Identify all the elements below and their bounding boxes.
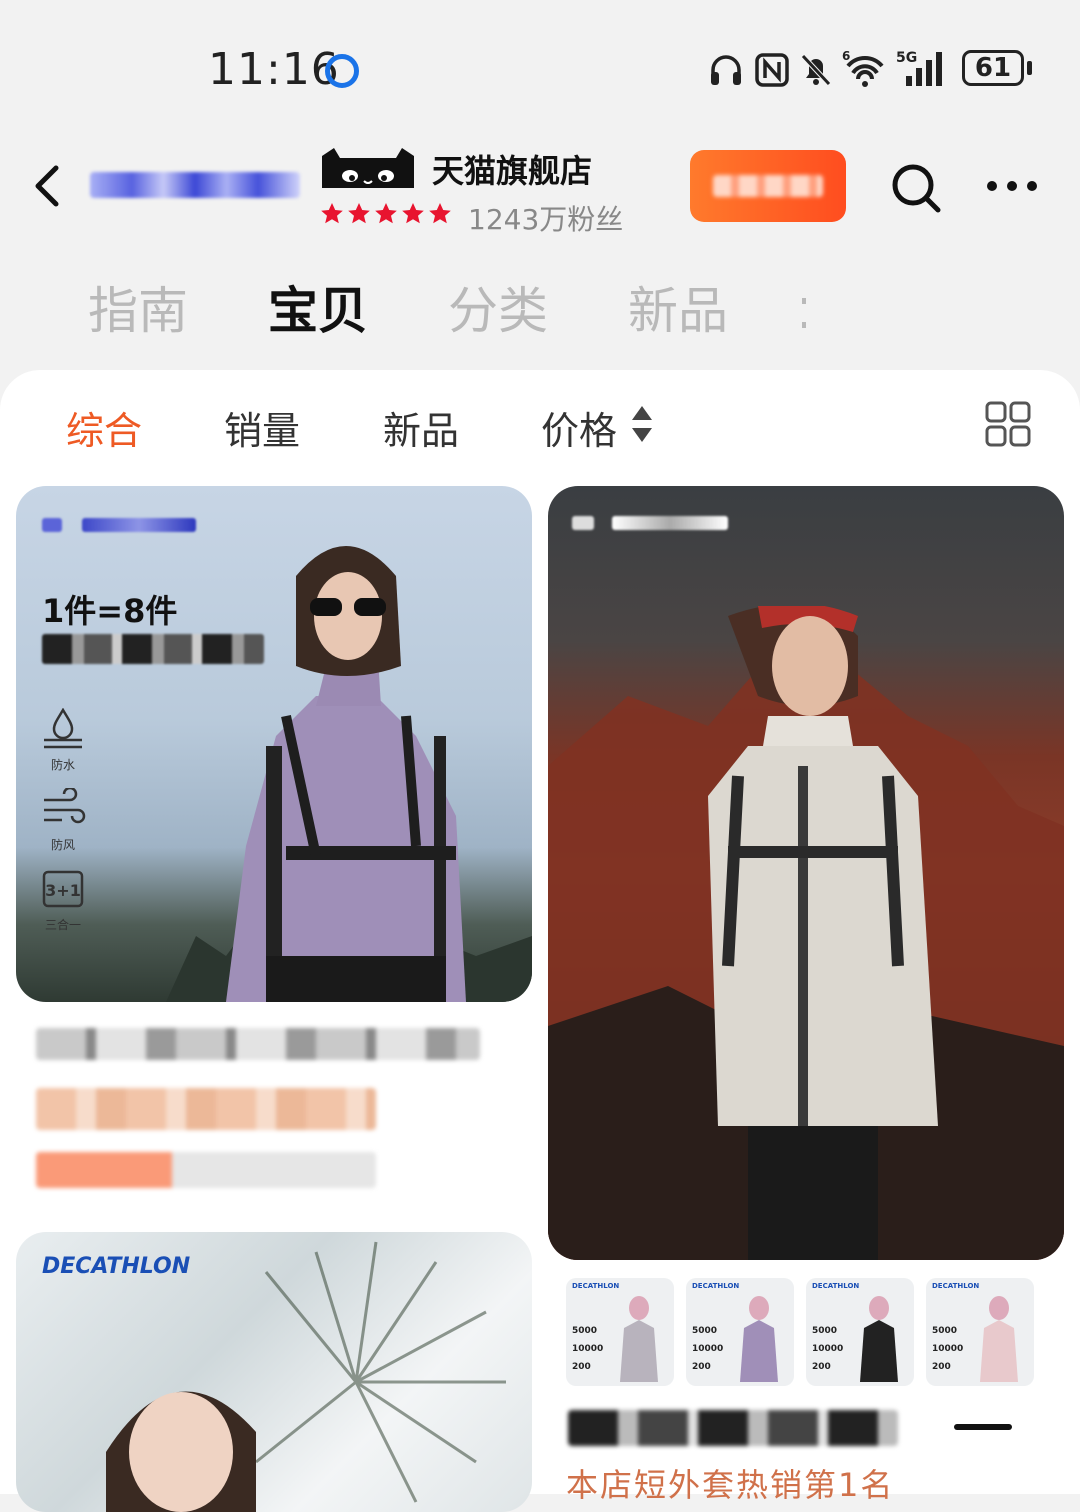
thumb-spec: 5000: [572, 1326, 598, 1336]
product-2-ranking-tag: 本店短外套热销第1名: [566, 1466, 895, 1504]
tab-items[interactable]: 宝贝: [268, 280, 368, 342]
product-1-price-redacted: [36, 1152, 376, 1188]
thumb-spec: 5000: [692, 1326, 718, 1336]
feature-label: 三合一: [44, 918, 81, 932]
product-1-title-redacted[interactable]: [36, 1028, 480, 1060]
product-panel: 综合 销量 新品 价格 1件=8件 防水 防风 3+1 三合一 DECATHLO…: [0, 370, 1080, 1512]
star-icon: [375, 203, 397, 224]
variant-thumbnail[interactable]: DECATHLON 5000 10000 200: [686, 1278, 794, 1386]
product-model-illustration: [106, 1241, 506, 1512]
sort-bar: 综合 销量 新品 价格: [0, 370, 1080, 480]
tab-guide[interactable]: 指南: [88, 280, 188, 342]
tab-categories[interactable]: 分类: [448, 280, 548, 342]
star-icon: [321, 203, 343, 224]
variant-thumbnail[interactable]: DECATHLON 5000 10000 200: [566, 1278, 674, 1386]
battery-indicator: 61: [962, 50, 1024, 86]
store-name-redacted[interactable]: [90, 172, 300, 198]
waterproof-icon: [44, 707, 82, 749]
follow-label-redacted: [713, 175, 823, 197]
feature-label: 防水: [50, 758, 75, 772]
thumb-brand: DECATHLON: [932, 1282, 980, 1290]
sort-sales[interactable]: 销量: [224, 400, 300, 455]
thumb-spec: 10000: [572, 1344, 604, 1354]
product-2-title-redacted-tail: [954, 1424, 1012, 1430]
thumb-spec: 5000: [812, 1326, 838, 1336]
store-rating: [320, 202, 452, 226]
feature-label: 防风: [50, 838, 75, 852]
brand-logo-redacted: [42, 518, 62, 532]
mute-icon: [801, 54, 831, 86]
thumb-brand: DECATHLON: [812, 1282, 860, 1290]
thumb-spec: 10000: [692, 1344, 724, 1354]
sort-new[interactable]: 新品: [383, 400, 459, 455]
thumb-spec: 10000: [812, 1344, 844, 1354]
feature-windproof: 防风: [40, 786, 86, 853]
tab-new-arrivals[interactable]: 新品: [628, 280, 728, 342]
tmall-logo: [322, 148, 414, 188]
brand-logo-redacted: [572, 516, 594, 530]
thumb-model-illustration: [740, 1296, 778, 1382]
thumb-spec: 200: [812, 1362, 831, 1372]
star-icon: [429, 203, 451, 224]
variant-thumbnail[interactable]: DECATHLON 5000 10000 200: [806, 1278, 914, 1386]
thumb-spec: 10000: [932, 1344, 964, 1354]
star-icon: [402, 203, 424, 224]
layout-grid-icon[interactable]: [984, 400, 1032, 448]
star-icon: [348, 203, 370, 224]
fan-count: 1243万粉丝: [468, 203, 624, 236]
thumb-spec: 200: [692, 1362, 711, 1372]
product-1-tag-redacted: [36, 1088, 376, 1130]
sort-comprehensive[interactable]: 综合: [66, 400, 142, 455]
product-image-1[interactable]: 1件=8件 防水 防风 3+1 三合一: [16, 486, 532, 1002]
variant-thumbnail[interactable]: DECATHLON 5000 10000 200: [926, 1278, 1034, 1386]
thumb-model-illustration: [860, 1296, 898, 1382]
svg-text:6: 6: [842, 49, 850, 63]
product-model-illustration: [548, 606, 1064, 1260]
product-2-title-redacted[interactable]: [568, 1410, 898, 1446]
status-bar: 11:16 6 5G 61: [0, 0, 1080, 130]
three-in-one-icon: 3+1: [42, 870, 84, 908]
nfc-icon: [755, 53, 789, 87]
feature-badge-text: 3+1: [45, 881, 81, 900]
product-2-variant-thumbnails: DECATHLON 5000 10000 200 DECATHLON 5000 …: [566, 1278, 1034, 1386]
windproof-icon: [44, 786, 86, 824]
thumb-spec: 5000: [932, 1326, 958, 1336]
feature-3in1: 3+1 三合一: [40, 868, 86, 933]
back-icon[interactable]: [28, 162, 68, 210]
sync-indicator-icon: [325, 54, 359, 88]
feature-waterproof: 防水: [40, 707, 86, 773]
status-time: 11:16: [208, 44, 340, 95]
store-type-label: 天猫旗舰店: [432, 152, 593, 190]
thumb-model-illustration: [620, 1296, 658, 1382]
thumb-brand: DECATHLON: [572, 1282, 620, 1290]
follow-button[interactable]: [690, 150, 846, 222]
price-sort-arrows-icon[interactable]: [630, 404, 654, 444]
tab-overflow-partial[interactable]: [800, 292, 808, 336]
promo-text: 1件=8件: [42, 592, 178, 630]
battery-cap: [1027, 61, 1032, 75]
svg-text:5G: 5G: [896, 50, 917, 66]
thumb-model-illustration: [980, 1296, 1018, 1382]
search-icon[interactable]: [888, 160, 944, 216]
thumb-brand: DECATHLON: [692, 1282, 740, 1290]
product-image-2[interactable]: [548, 486, 1064, 1260]
brand-name-redacted: [612, 516, 728, 530]
thumb-spec: 200: [572, 1362, 591, 1372]
more-options-icon[interactable]: [984, 176, 1040, 196]
wifi-icon: 6: [842, 49, 884, 87]
product-model-illustration: [166, 546, 532, 1002]
product-image-3[interactable]: DECATHLON: [16, 1232, 532, 1512]
sort-price[interactable]: 价格: [541, 400, 617, 455]
signal-5g-icon: 5G: [896, 50, 942, 86]
headphones-icon: [711, 55, 741, 85]
store-tabs: 指南 宝贝 分类 新品: [88, 280, 808, 342]
thumb-spec: 200: [932, 1362, 951, 1372]
